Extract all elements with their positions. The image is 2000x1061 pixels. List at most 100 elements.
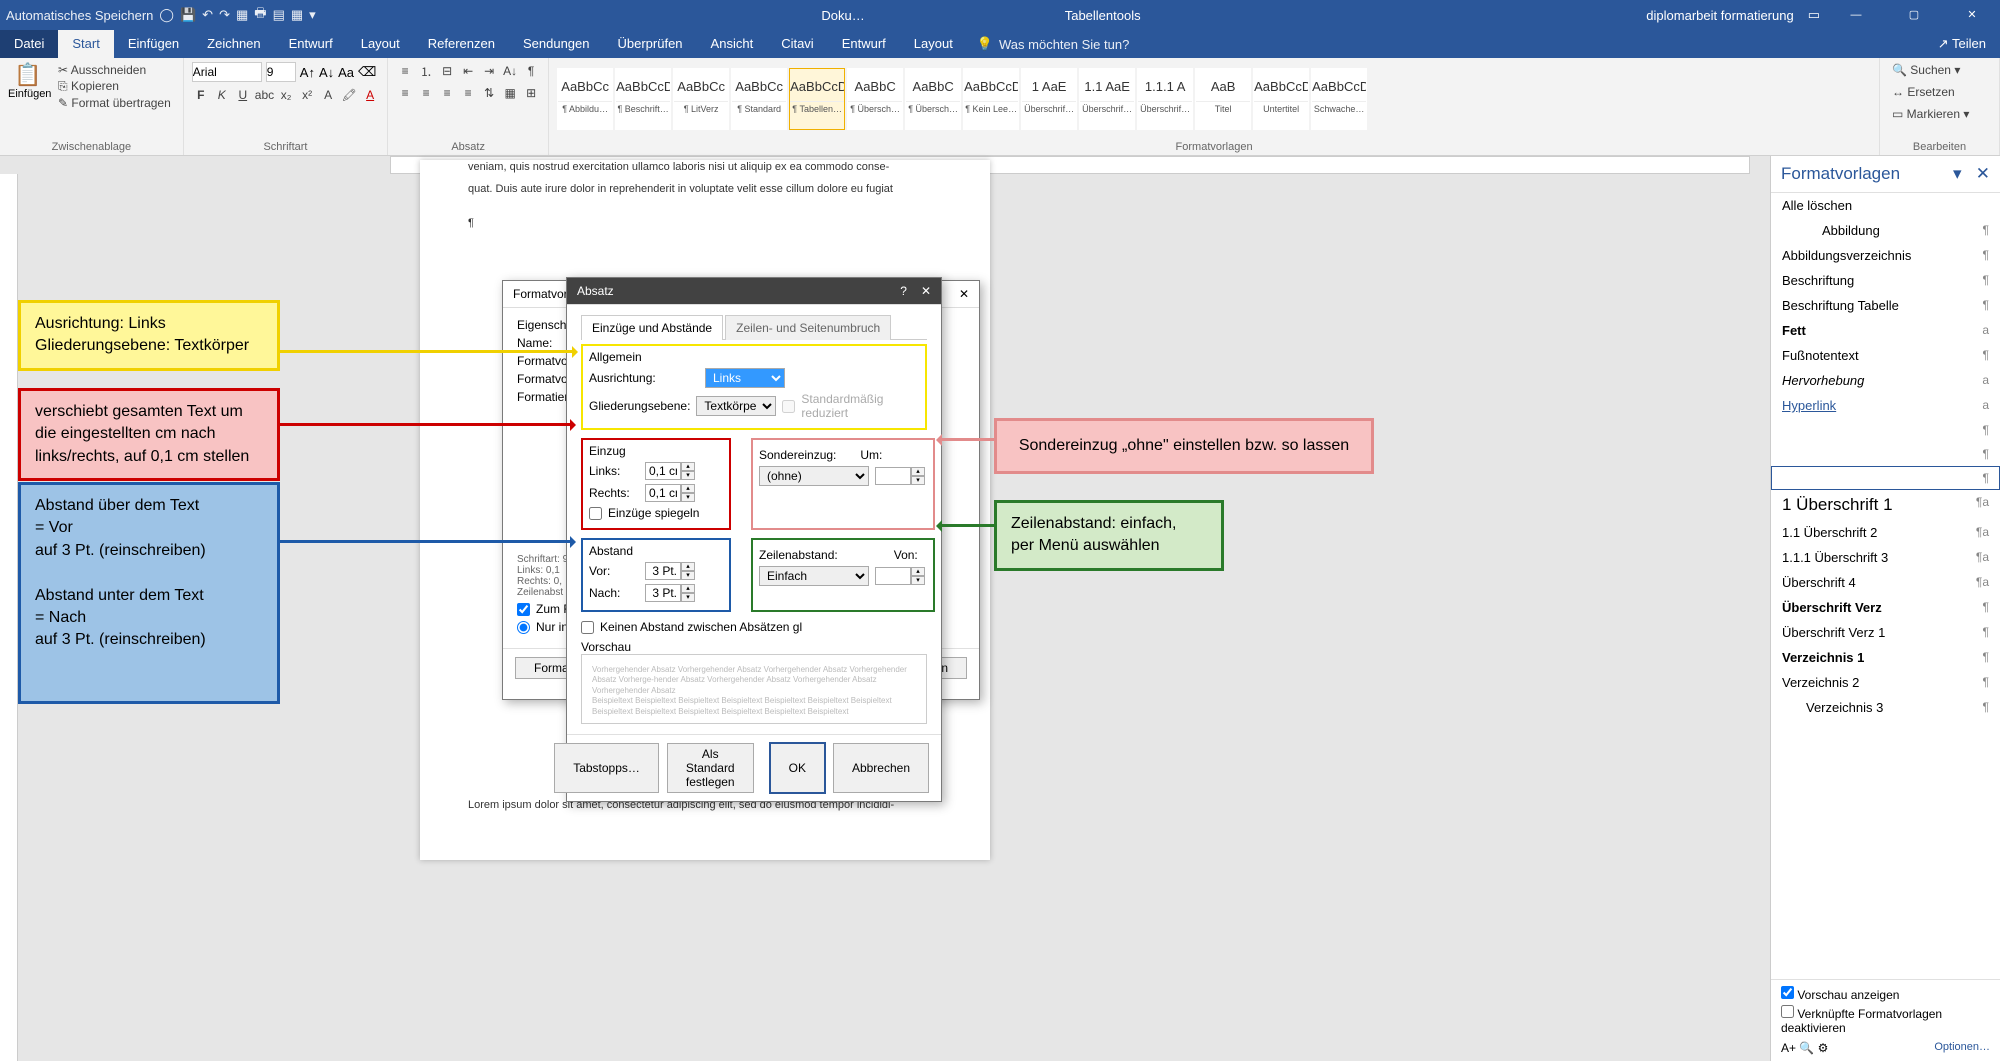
spin-down-icon[interactable]: ▾: [681, 571, 695, 580]
tab-table-layout[interactable]: Layout: [900, 30, 967, 58]
style-gallery-item[interactable]: 1.1.1 AÜberschrif…: [1137, 68, 1193, 130]
manage-styles-icon[interactable]: ⚙: [1818, 1041, 1829, 1055]
style-gallery-item[interactable]: AaBbC¶ Übersch…: [847, 68, 903, 130]
close-icon[interactable]: ✕: [959, 287, 969, 301]
tab-table-design[interactable]: Entwurf: [828, 30, 900, 58]
style-gallery-item[interactable]: AaBbC¶ Übersch…: [905, 68, 961, 130]
style-list-item[interactable]: 1 Überschrift 1¶a: [1771, 490, 2000, 520]
spin-up-icon[interactable]: ▴: [681, 584, 695, 593]
autosave-toggle[interactable]: Automatisches Speichern: [6, 8, 153, 23]
set-default-button[interactable]: Als Standard festlegen: [667, 743, 754, 793]
multilevel-icon[interactable]: ⊟: [438, 62, 456, 80]
hide-linked-checkbox[interactable]: Verknüpfte Formatvorlagen deaktivieren: [1781, 1005, 1990, 1035]
alignment-select[interactable]: Links: [705, 368, 785, 388]
close-icon[interactable]: ✕: [921, 284, 931, 298]
style-list-item[interactable]: Überschrift 4¶a: [1771, 570, 2000, 595]
style-list-item[interactable]: Fußnotentext¶: [1771, 343, 2000, 368]
style-gallery-item[interactable]: 1.1 AaEÜberschrif…: [1079, 68, 1135, 130]
indent-right-input[interactable]: [645, 484, 681, 502]
qat-icon[interactable]: ▤: [273, 7, 285, 23]
style-list-item[interactable]: Verzeichnis 2¶: [1771, 670, 2000, 695]
copy-button[interactable]: ⎘ Kopieren: [54, 78, 175, 95]
font-color-icon[interactable]: A: [361, 86, 379, 104]
style-gallery-item[interactable]: AaBbCcDUntertitel: [1253, 68, 1309, 130]
indent-inc-icon[interactable]: ⇥: [480, 62, 498, 80]
highlight-icon[interactable]: 🖍: [340, 86, 358, 104]
style-list-item[interactable]: Überschrift Verz 1¶: [1771, 620, 2000, 645]
dialog-title[interactable]: Absatz ?✕: [567, 278, 941, 305]
style-gallery-item[interactable]: AaBbCcDd¶ Kein Lee…: [963, 68, 1019, 130]
style-gallery-item[interactable]: AaBTitel: [1195, 68, 1251, 130]
add-to-template-checkbox[interactable]: [517, 603, 530, 616]
tab-design[interactable]: Entwurf: [275, 30, 347, 58]
align-center-icon[interactable]: ≡: [417, 84, 435, 102]
close-icon[interactable]: ✕: [1976, 164, 1990, 183]
style-list-item[interactable]: Abbildungsverzeichnis¶: [1771, 243, 2000, 268]
outline-level-select[interactable]: Textkörper: [696, 396, 776, 416]
qat-icon[interactable]: ▦: [291, 7, 303, 23]
qat-icon[interactable]: 🖶: [254, 4, 266, 26]
style-list-item[interactable]: Beschriftung¶: [1771, 268, 2000, 293]
special-indent-select[interactable]: (ohne): [759, 466, 869, 486]
options-link[interactable]: Optionen…: [1934, 1041, 1990, 1055]
only-this-doc-radio[interactable]: [517, 621, 530, 634]
style-gallery-item[interactable]: AaBbCcDSchwache…: [1311, 68, 1367, 130]
style-gallery-item[interactable]: 1 AaEÜberschrif…: [1021, 68, 1077, 130]
qat-icon[interactable]: ▾: [309, 7, 316, 23]
space-after-input[interactable]: [645, 584, 681, 602]
tab-view[interactable]: Ansicht: [697, 30, 768, 58]
tab-file[interactable]: Datei: [0, 30, 58, 58]
pane-options-icon[interactable]: ▾: [1953, 164, 1962, 183]
show-preview-checkbox[interactable]: Vorschau anzeigen: [1781, 986, 1990, 1002]
select-button[interactable]: ▭ Markieren ▾: [1888, 106, 1991, 122]
spin-up-icon[interactable]: ▴: [681, 462, 695, 471]
style-list-item[interactable]: 1.1.1 Überschrift 3¶a: [1771, 545, 2000, 570]
save-icon[interactable]: 💾: [180, 7, 196, 23]
ok-button[interactable]: OK: [770, 743, 825, 793]
format-painter-button[interactable]: ✎ Format übertragen: [54, 95, 175, 111]
help-icon[interactable]: ?: [900, 284, 907, 298]
indent-dec-icon[interactable]: ⇤: [459, 62, 477, 80]
style-list-item[interactable]: ¶: [1771, 418, 2000, 442]
change-case-icon[interactable]: Aa: [338, 65, 354, 80]
show-marks-icon[interactable]: ¶: [522, 62, 540, 80]
text-effects-icon[interactable]: A: [319, 86, 337, 104]
cut-button[interactable]: ✂ Ausschneiden: [54, 62, 175, 78]
spin-up-icon[interactable]: ▴: [681, 562, 695, 571]
shrink-font-icon[interactable]: A↓: [319, 65, 334, 80]
tab-draw[interactable]: Zeichnen: [193, 30, 274, 58]
justify-icon[interactable]: ≡: [459, 84, 477, 102]
tab-insert[interactable]: Einfügen: [114, 30, 193, 58]
bold-button[interactable]: F: [192, 86, 210, 104]
grow-font-icon[interactable]: A↑: [300, 65, 315, 80]
cancel-button[interactable]: Abbrechen: [833, 743, 929, 793]
space-before-input[interactable]: [645, 562, 681, 580]
style-list-item[interactable]: ¶: [1771, 442, 2000, 466]
redo-icon[interactable]: ↷: [219, 7, 230, 23]
tab-layout[interactable]: Layout: [347, 30, 414, 58]
style-gallery-item[interactable]: AaBbCcDd¶ Beschrift…: [615, 68, 671, 130]
borders-icon[interactable]: ⊞: [522, 84, 540, 102]
italic-button[interactable]: K: [213, 86, 231, 104]
maximize-button[interactable]: ▢: [1892, 0, 1936, 30]
new-style-icon[interactable]: A+: [1781, 1041, 1796, 1055]
style-gallery-item[interactable]: AaBbCc¶ Standard: [731, 68, 787, 130]
tab-citavi[interactable]: Citavi: [767, 30, 828, 58]
spin-up-icon[interactable]: ▴: [681, 484, 695, 493]
spin-down-icon[interactable]: ▾: [911, 576, 925, 585]
tabstops-button[interactable]: Tabstopps…: [554, 743, 659, 793]
style-list-item[interactable]: Fetta: [1771, 318, 2000, 343]
style-list-item[interactable]: Verzeichnis 1¶: [1771, 645, 2000, 670]
search-text[interactable]: diplomarbeit formatierung: [1646, 8, 1793, 23]
style-gallery-item[interactable]: AaBbCc¶ Abbildu…: [557, 68, 613, 130]
close-button[interactable]: ✕: [1950, 0, 1994, 30]
tab-review[interactable]: Überprüfen: [604, 30, 697, 58]
tab-references[interactable]: Referenzen: [414, 30, 509, 58]
special-indent-by-input[interactable]: [875, 467, 911, 485]
numbering-icon[interactable]: ⒈: [417, 62, 435, 80]
clear-all-styles[interactable]: Alle löschen: [1771, 193, 2000, 218]
style-list-item[interactable]: ¶: [1771, 466, 2000, 490]
style-list-item[interactable]: Hyperlinka: [1771, 393, 2000, 418]
sort-icon[interactable]: A↓: [501, 62, 519, 80]
underline-button[interactable]: U: [234, 86, 252, 104]
